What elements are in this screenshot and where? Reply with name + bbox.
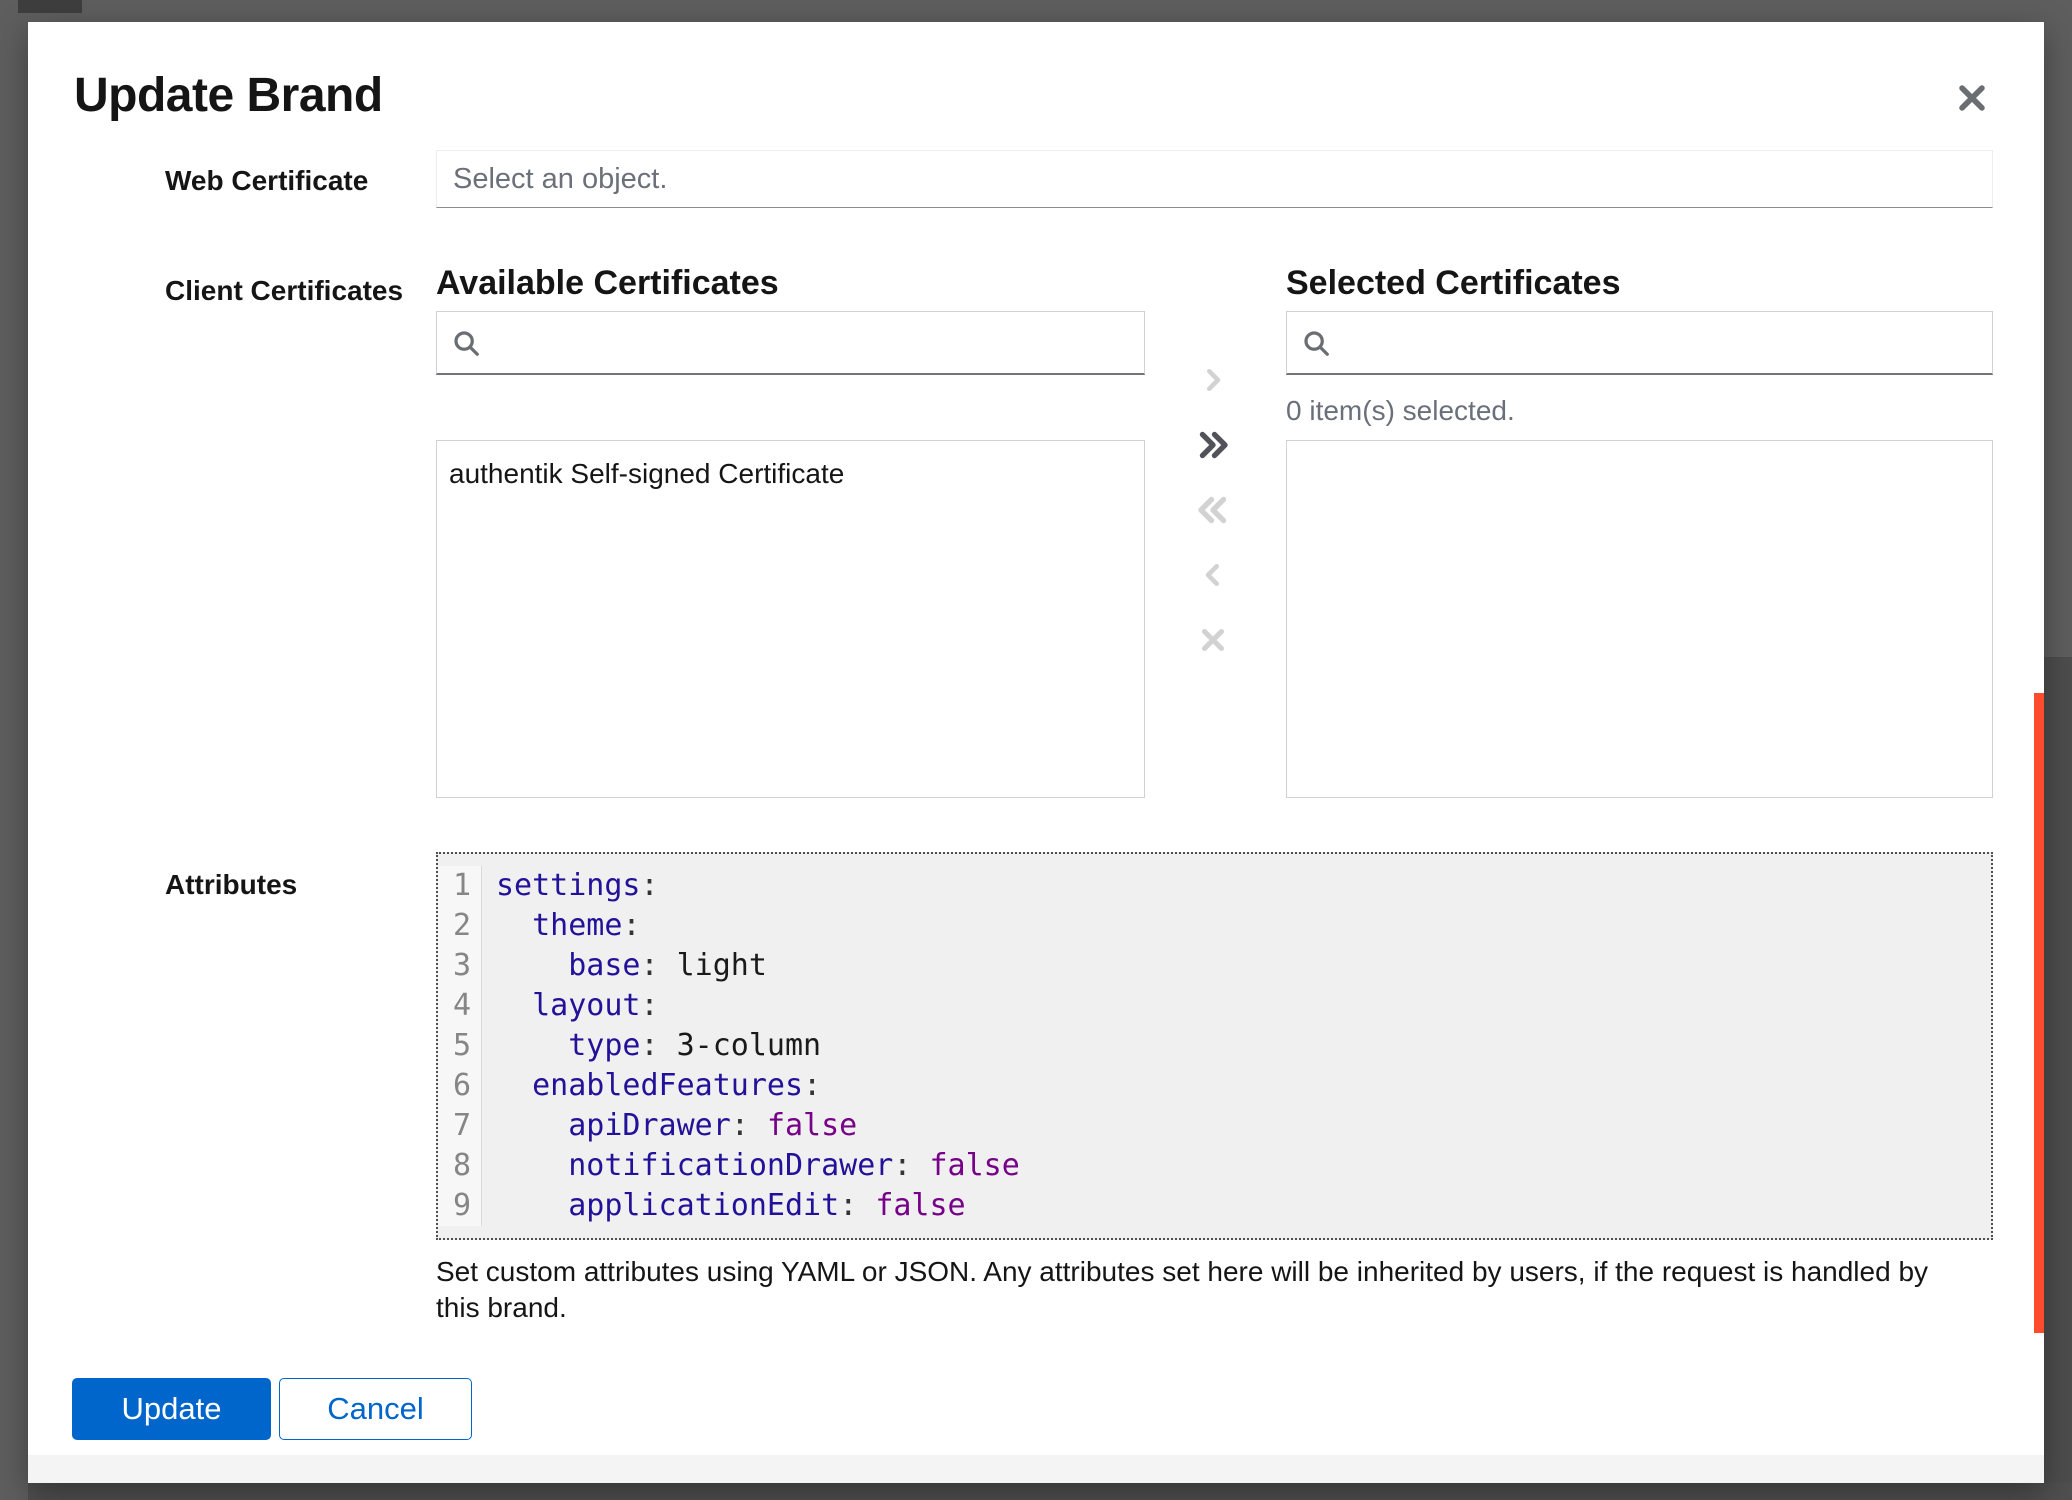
line-number: 1: [438, 866, 482, 906]
line-number: 5: [438, 1026, 482, 1066]
code-line: 9 applicationEdit: false: [438, 1186, 1991, 1226]
modal-bottom-strip: [28, 1455, 2044, 1483]
line-number: 9: [438, 1186, 482, 1226]
code-line: 7 apiDrawer: false: [438, 1106, 1991, 1146]
code-line: 8 notificationDrawer: false: [438, 1146, 1991, 1186]
selected-count-status: 0 item(s) selected.: [1286, 394, 1515, 428]
underlying-page-fragment: [18, 0, 82, 13]
attributes-label: Attributes: [165, 868, 297, 902]
selected-certificates-list: [1286, 440, 1993, 798]
line-number: 3: [438, 946, 482, 986]
move-all-left-button[interactable]: [1187, 484, 1239, 536]
backdrop-shade-bottom: [28, 1483, 2072, 1500]
available-search-box: [436, 311, 1145, 375]
client-certificates-label: Client Certificates: [165, 274, 403, 308]
modal-title: Update Brand: [74, 70, 383, 123]
selected-search-box: [1286, 311, 1993, 375]
code-line: 4 layout:: [438, 986, 1991, 1026]
angle-double-right-icon: [1195, 427, 1231, 463]
code-line: 3 base: light: [438, 946, 1991, 986]
line-number: 2: [438, 906, 482, 946]
selected-certificates-heading: Selected Certificates: [1286, 264, 1621, 302]
line-number: 4: [438, 986, 482, 1026]
angle-left-icon: [1198, 560, 1228, 590]
attributes-help-text: Set custom attributes using YAML or JSON…: [436, 1254, 1936, 1326]
line-number: 7: [438, 1106, 482, 1146]
code-line: 1settings:: [438, 866, 1991, 906]
clear-selection-button[interactable]: [1187, 614, 1239, 666]
available-search-input[interactable]: [493, 326, 1130, 360]
selected-search-input[interactable]: [1343, 326, 1978, 360]
web-certificate-label: Web Certificate: [165, 164, 368, 198]
times-icon: [1196, 623, 1230, 657]
close-icon[interactable]: [1946, 72, 1998, 124]
update-button[interactable]: Update: [72, 1378, 271, 1440]
transfer-buttons: [1187, 354, 1239, 679]
angle-double-left-icon: [1195, 492, 1231, 528]
search-icon: [1301, 328, 1331, 358]
move-selected-left-button[interactable]: [1187, 549, 1239, 601]
line-number: 8: [438, 1146, 482, 1186]
code-line: 5 type: 3-column: [438, 1026, 1991, 1066]
code-line: 2 theme:: [438, 906, 1991, 946]
certificate-list-item[interactable]: authentik Self-signed Certificate: [437, 447, 1144, 501]
web-certificate-select[interactable]: [436, 150, 1993, 208]
code-line: 6 enabledFeatures:: [438, 1066, 1991, 1106]
backdrop-shade-right: [2044, 657, 2072, 1500]
available-certificates-heading: Available Certificates: [436, 264, 779, 302]
modal-scrollbar-thumb[interactable]: [2034, 693, 2044, 1333]
update-brand-modal: Update Brand Web Certificate Client Cert…: [28, 22, 2044, 1483]
search-icon: [451, 328, 481, 358]
cancel-button[interactable]: Cancel: [279, 1378, 472, 1440]
angle-right-icon: [1198, 365, 1228, 395]
move-selected-right-button[interactable]: [1187, 354, 1239, 406]
attributes-code-editor[interactable]: 1settings:2 theme:3 base: light4 layout:…: [436, 852, 1993, 1240]
line-number: 6: [438, 1066, 482, 1106]
available-certificates-list: authentik Self-signed Certificate: [436, 440, 1145, 798]
move-all-right-button[interactable]: [1187, 419, 1239, 471]
